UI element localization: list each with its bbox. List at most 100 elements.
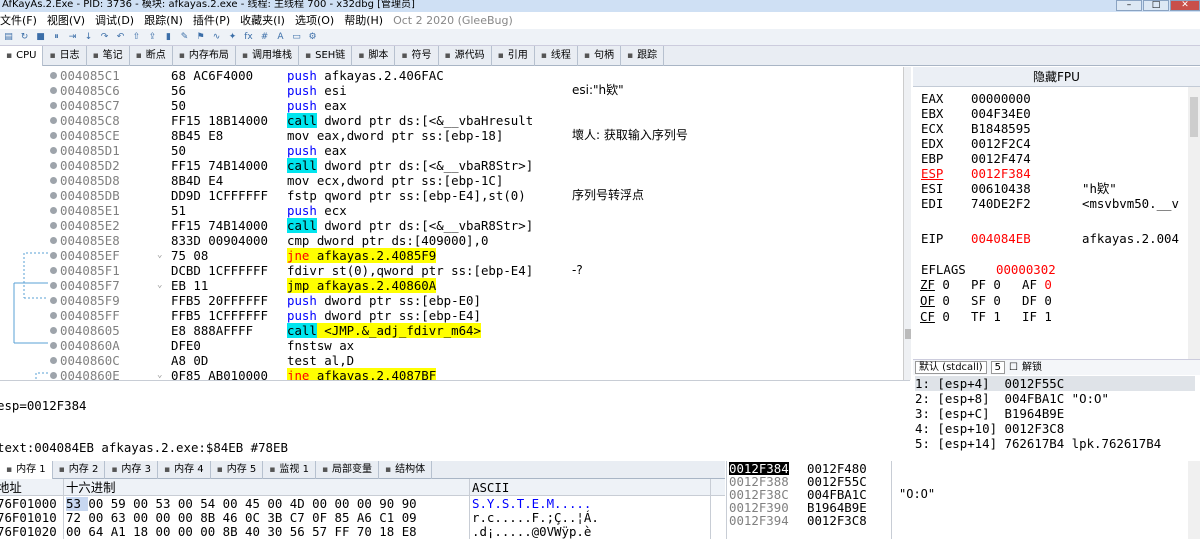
disasm-row[interactable]: 004085F9 FFB5 20FFFFFF push dword ptr ss:[… [0,293,910,308]
tab-handle[interactable]: ▪ 句柄 [578,46,621,66]
registers-scrollbar[interactable] [1188,87,1200,377]
flag-zf[interactable]: ZF 0 [920,277,950,292]
breakpoint-dot[interactable] [50,342,57,349]
menu-item[interactable]: 插件(P) [193,14,230,27]
register-value[interactable]: 0012F384 [971,166,1031,181]
dump-tab[interactable]: ▪ 监视 1 [263,461,316,479]
stack-row[interactable]: 0012F388 0012F55C [729,475,1189,488]
tab-call-stack[interactable]: ▪ 调用堆栈 [236,46,299,66]
stack-row[interactable]: 0012F394 0012F3C8 [729,514,1189,527]
memory-dump-view[interactable]: 地址 十六进制 ASCII 76F01000 53 00 59 00 53 00 … [0,479,725,539]
menu-item[interactable]: 视图(V) [47,14,85,27]
disasm-row[interactable]: 004085D1 50 push eax [0,143,910,158]
disasm-row[interactable]: 004085C8 FF15 18B14000 call dword ptr ds:[… [0,113,910,128]
disasm-row[interactable]: 0040860E ⌄ 0F85 AB010000 jne afkayas.2.4087… [0,368,910,380]
dump-tab[interactable]: ▪ 局部变量 [316,461,380,479]
disasm-row[interactable]: 004085C1 68 AC6F4000 push afkayas.2.406FAC [0,68,910,83]
tab-source[interactable]: ▪ 源代码 [439,46,492,66]
toolbar-button-icon[interactable]: # [258,31,271,43]
toolbar-button-icon[interactable]: ↓ [82,31,95,43]
toolbar-button-icon[interactable]: ✎ [178,31,191,43]
flag-cf[interactable]: CF 0 [920,309,950,324]
register-value[interactable]: 00610438 [971,181,1031,196]
flag-if[interactable]: IF 1 [1022,309,1052,324]
disasm-row[interactable]: 004085E8 833D 00904000 cmp dword ptr ds:[4… [0,233,910,248]
breakpoint-dot[interactable] [50,237,57,244]
register-row[interactable]: EDI 740DE2F2 <msvbvm50.__v [913,196,1188,211]
breakpoint-dot[interactable] [50,372,57,379]
argument-row[interactable]: 4: [esp+10] 0012F3C8 [915,421,1064,436]
stack-row[interactable]: 0012F38C 004FBA1C "O:O" [729,488,1189,502]
tab-log[interactable]: ▪ 日志 [43,46,87,66]
tab-script[interactable]: ▪ 脚本 [352,46,396,66]
unlock-checkbox-icon[interactable]: ☐ [1009,360,1018,375]
register-value[interactable]: 004084EB [971,231,1031,246]
flag-af[interactable]: AF 0 [1022,277,1052,292]
tab-thread[interactable]: ▪ 线程 [535,46,578,66]
disasm-row[interactable]: 004085CE 8B45 E8 mov eax,dword ptr ss:[ebp… [0,128,910,143]
breakpoint-dot[interactable] [50,162,57,169]
disasm-row[interactable]: 00408605 E8 888AFFFF call <JMP.&_adj_fdivr… [0,323,910,338]
calling-convention-select[interactable]: 默认 (stdcall) [915,361,987,374]
tab-reference[interactable]: ▪ 引用 [492,46,535,66]
register-row[interactable]: ESI 00610438 "h欵" [913,181,1188,196]
minimize-button[interactable]: – [1116,0,1142,11]
disasm-row[interactable]: 004085C7 50 push eax [0,98,910,113]
breakpoint-dot[interactable] [50,312,57,319]
hide-fpu-button[interactable]: 隐藏FPU [913,67,1200,87]
disasm-row[interactable]: 004085C6 56 push esi esi:"h欵" [0,83,910,98]
disasm-row[interactable]: 004085E2 FF15 74B14000 call dword ptr ds:[… [0,218,910,233]
breakpoint-dot[interactable] [50,282,57,289]
register-row-eip[interactable]: EIP 004084EB afkayas.2.004 [913,231,1188,246]
disasm-row[interactable]: 0040860C A8 0D test al,D [0,353,910,368]
tab-breakpoint[interactable]: ▪ 断点 [130,46,173,66]
register-value[interactable]: 0012F474 [971,151,1031,166]
breakpoint-dot[interactable] [50,102,57,109]
breakpoint-dot[interactable] [50,132,57,139]
register-row[interactable]: EBP 0012F474 [913,151,1188,166]
flag-tf[interactable]: TF 1 [971,309,1001,324]
register-value[interactable]: 0012F2C4 [971,136,1031,151]
register-row[interactable]: ESP 0012F384 [913,166,1188,181]
disasm-row[interactable]: 0040860A DFE0 fnstsw ax [0,338,910,353]
toolbar-button-icon[interactable]: ⇧ [130,31,143,43]
toolbar-button-icon[interactable]: ⇥ [66,31,79,43]
disasm-row[interactable]: 004085F1 DCBD 1CFFFFFF fdivr st(0),qword p… [0,263,910,278]
disassembly-view[interactable]: 004085C1 68 AC6F4000 push afkayas.2.406FAC… [0,67,910,380]
toolbar-button-icon[interactable]: fx [242,31,255,43]
toolbar-button-icon[interactable]: ■ [34,31,47,43]
tab-cpu[interactable]: ▪ CPU [0,46,44,66]
argument-row[interactable]: 2: [esp+8] 004FBA1C "O:O" [915,391,1109,406]
register-value[interactable]: 00000302 [996,262,1056,277]
disasm-row[interactable]: 004085EF ⌄ 75 08 jne afkayas.2.4085F9 [0,248,910,263]
dump-tab[interactable]: ▪ 内存 1 [0,461,53,479]
toolbar-button-icon[interactable]: ↻ [18,31,31,43]
stack-row[interactable]: 0012F384 0012F480 [729,462,1189,475]
flag-pf[interactable]: PF 0 [971,277,1001,292]
argument-row[interactable]: 3: [esp+C] B1964B9E [915,406,1064,421]
toolbar-button-icon[interactable]: ∿ [210,31,223,43]
breakpoint-dot[interactable] [50,252,57,259]
tab-symbol[interactable]: ▪ 符号 [395,46,439,66]
stack-row[interactable]: 0012F390 B1964B9E [729,501,1189,514]
flag-df[interactable]: DF 0 [1022,293,1052,308]
register-value[interactable]: 740DE2F2 [971,196,1031,211]
dump-tab[interactable]: ▪ 结构体 [379,461,433,479]
breakpoint-dot[interactable] [50,117,57,124]
argument-row[interactable]: 5: [esp+14] 762617B4 lpk.762617B4 [915,436,1161,451]
breakpoint-dot[interactable] [50,327,57,334]
menu-item[interactable]: 跟踪(N) [144,14,183,27]
tab-trace[interactable]: ▪ 跟踪 [621,46,665,66]
registers-panel[interactable]: EAX 00000000 EBX 004F34E0 ECX B1848595 EDX 0012… [913,87,1188,377]
tab-seh[interactable]: ▪ SEH链 [299,46,353,66]
tab-memory-map[interactable]: ▪ 内存布局 [173,46,236,66]
register-row[interactable]: EDX 0012F2C4 [913,136,1188,151]
toolbar-button-icon[interactable]: ▤ [2,31,15,43]
toolbar-button-icon[interactable]: ⚑ [194,31,207,43]
breakpoint-dot[interactable] [50,222,57,229]
disasm-row[interactable]: 004085D8 8B4D E4 mov ecx,dword ptr ss:[ebp… [0,173,910,188]
register-value[interactable]: 004F34E0 [971,106,1031,121]
disasm-row[interactable]: 004085DB DD9D 1CFFFFFF fstp qword ptr ss:[… [0,188,910,203]
scroll-thumb[interactable] [905,329,911,339]
toolbar-button-icon[interactable]: ▭ [290,31,303,43]
